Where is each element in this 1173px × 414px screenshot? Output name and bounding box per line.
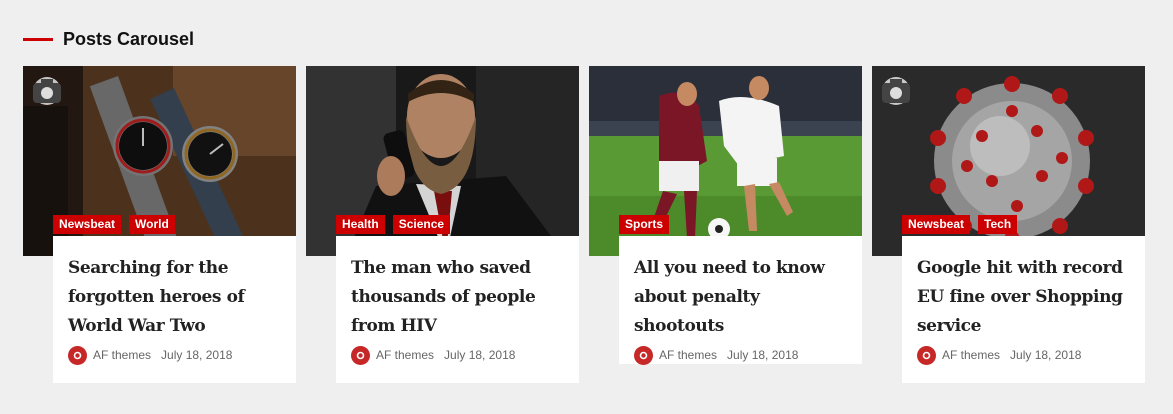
post-title[interactable]: All you need to know about penalty shoot…: [634, 254, 846, 341]
category-tags: Health Science: [336, 215, 451, 234]
author-avatar: [634, 345, 653, 365]
category-tags: Newsbeat Tech: [902, 215, 1018, 234]
category-tag[interactable]: Health: [336, 215, 385, 234]
post-meta: AF themes July 18, 2018: [917, 344, 1129, 366]
category-tags: Sports: [619, 215, 670, 234]
author-name[interactable]: AF themes: [93, 348, 151, 362]
author-avatar: [351, 345, 370, 365]
post-date: July 18, 2018: [727, 348, 799, 362]
camera-icon: [33, 77, 61, 105]
category-tag[interactable]: Newsbeat: [53, 215, 122, 234]
category-tag[interactable]: Newsbeat: [902, 215, 971, 234]
category-tag[interactable]: Tech: [978, 215, 1018, 234]
camera-icon: [882, 77, 910, 105]
category-tag[interactable]: Sports: [619, 215, 670, 234]
post-meta: AF themes July 18, 2018: [68, 344, 280, 366]
category-tag[interactable]: World: [129, 215, 175, 234]
post-title[interactable]: Google hit with record EU fine over Shop…: [917, 254, 1129, 341]
author-avatar: [917, 345, 936, 365]
author-name[interactable]: AF themes: [376, 348, 434, 362]
post-meta: AF themes July 18, 2018: [351, 344, 563, 366]
post-meta: AF themes July 18, 2018: [634, 344, 846, 366]
post-title[interactable]: The man who saved thousands of people fr…: [351, 254, 563, 341]
category-tag[interactable]: Science: [392, 215, 451, 234]
section-accent-bar: [23, 37, 53, 41]
author-name[interactable]: AF themes: [659, 348, 717, 362]
author-avatar: [68, 345, 87, 365]
post-date: July 18, 2018: [444, 348, 516, 362]
category-tags: Newsbeat World: [53, 215, 175, 234]
post-content: Searching for the forgotten heroes of Wo…: [53, 236, 296, 383]
post-content: The man who saved thousands of people fr…: [336, 236, 579, 383]
author-name[interactable]: AF themes: [942, 348, 1000, 362]
post-date: July 18, 2018: [161, 348, 233, 362]
post-date: July 18, 2018: [1010, 348, 1082, 362]
section-header: Posts Carousel: [23, 26, 194, 52]
post-content: All you need to know about penalty shoot…: [619, 236, 862, 366]
post-title[interactable]: Searching for the forgotten heroes of Wo…: [68, 254, 280, 341]
section-title: Posts Carousel: [63, 28, 195, 49]
post-content: Google hit with record EU fine over Shop…: [902, 236, 1145, 383]
